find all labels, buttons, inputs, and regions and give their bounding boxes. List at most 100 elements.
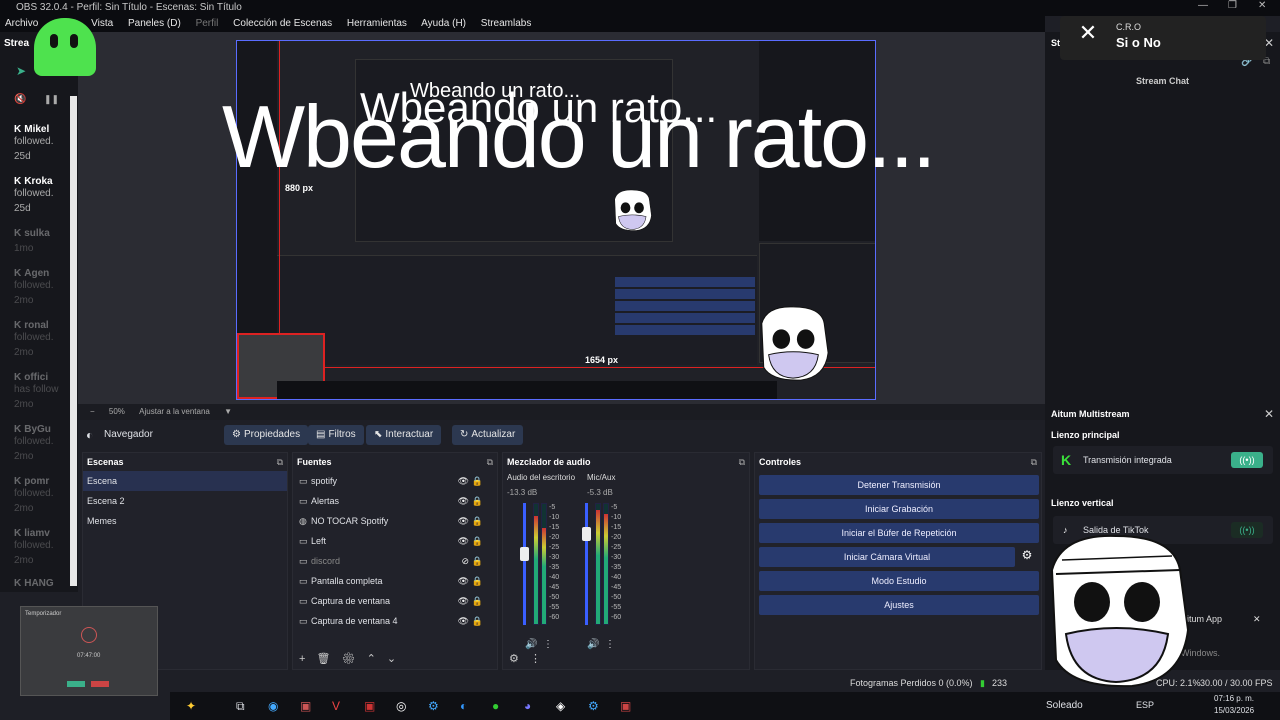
valorant-icon[interactable]: V — [332, 699, 340, 713]
menu-streamlabs[interactable]: Streamlabs — [481, 18, 532, 29]
mute-alerts-icon[interactable]: 🔇 — [14, 94, 26, 105]
zoom-out-icon[interactable]: − — [90, 407, 95, 416]
scene-item[interactable]: Escena — [83, 471, 287, 491]
obs-icon[interactable]: ◎ — [396, 699, 406, 713]
steam-icon[interactable]: ⚙ — [588, 699, 599, 713]
eye-icon[interactable]: 👁 — [458, 571, 469, 591]
more-icon[interactable]: ⋮ — [543, 639, 553, 650]
lock-icon[interactable]: 🔒 — [472, 571, 483, 591]
stream-toggle-button[interactable]: ((•)) — [1231, 452, 1263, 468]
menu-archivo[interactable]: Archivo — [5, 18, 38, 29]
volume-slider[interactable] — [582, 503, 591, 625]
sparkle-icon[interactable]: ✦ — [186, 699, 196, 713]
menu-herramientas[interactable]: Herramientas — [347, 18, 407, 29]
send-icon[interactable]: ➤ — [16, 64, 26, 78]
eye-icon[interactable]: 👁 — [458, 611, 469, 631]
eye-icon[interactable]: 👁 — [458, 471, 469, 491]
lock-icon[interactable]: 🔒 — [472, 551, 483, 571]
source-item[interactable]: ▭ Captura de ventana 4 👁 🔒 — [293, 611, 497, 631]
stream-chat-label[interactable]: Stream Chat — [1045, 76, 1280, 86]
edge-icon[interactable]: ◐ — [460, 699, 467, 713]
speaker-icon[interactable]: 🔊 — [587, 639, 599, 650]
language-label[interactable]: ESP — [1136, 700, 1154, 710]
eye-icon[interactable]: 👁 — [458, 591, 469, 611]
app-icon[interactable]: ◈ — [556, 699, 565, 713]
clock-date[interactable]: 15/03/2026 — [1214, 706, 1254, 715]
close-icon[interactable]: ✕ — [1253, 614, 1261, 625]
task-view-icon[interactable]: ⧉ — [236, 699, 245, 714]
maximize-icon[interactable]: ❐ — [1228, 0, 1237, 11]
lock-icon[interactable]: 🔒 — [472, 611, 483, 631]
stop-stream-button[interactable]: Detener Transmisión — [759, 475, 1039, 495]
volume-slider[interactable] — [520, 503, 529, 625]
stream-toggle-button[interactable]: ((•)) — [1231, 522, 1263, 538]
lock-icon[interactable]: 🔒 — [472, 471, 483, 491]
menu-ayuda[interactable]: Ayuda (H) — [421, 18, 466, 29]
gear-icon[interactable]: ⚙ — [342, 653, 356, 665]
app-icon[interactable]: ▣ — [364, 699, 375, 713]
weather-label[interactable]: Soleado — [1046, 700, 1083, 711]
delete-icon[interactable]: 🗑 — [317, 653, 331, 665]
filters-button[interactable]: ▤ Filtros — [308, 425, 364, 445]
zoom-fit[interactable]: Ajustar a la ventana — [139, 407, 210, 416]
eye-hidden-icon[interactable]: ⊘ — [461, 551, 469, 571]
scene-item[interactable]: Memes — [83, 511, 287, 531]
chevron-down-icon[interactable]: ▼ — [224, 407, 232, 416]
menu-paneles[interactable]: Paneles (D) — [128, 18, 181, 29]
browser-icon[interactable]: ◉ — [268, 699, 278, 713]
lock-icon[interactable]: 🔒 — [472, 511, 483, 531]
close-icon[interactable]: ✕ — [1264, 407, 1274, 421]
interact-button[interactable]: ⬉ Interactuar — [366, 425, 442, 445]
menu-vista[interactable]: Vista — [91, 18, 113, 29]
move-up-icon[interactable]: ⌃ — [367, 653, 376, 665]
discord-icon[interactable]: ◕ — [524, 699, 531, 713]
move-down-icon[interactable]: ⌄ — [387, 653, 396, 665]
popout-icon[interactable]: ⧉ — [487, 453, 493, 471]
popout-icon[interactable]: ⧉ — [739, 453, 745, 471]
virtual-camera-button[interactable]: Iniciar Cámara Virtual — [759, 547, 1015, 567]
replay-buffer-button[interactable]: Iniciar el Búfer de Repetición — [759, 523, 1039, 543]
properties-button[interactable]: ⚙ Propiedades — [224, 425, 309, 445]
app-icon[interactable]: ▣ — [300, 699, 311, 713]
add-icon[interactable]: + — [299, 653, 305, 665]
source-item[interactable]: ▭ discord ⊘ 🔒 — [293, 551, 497, 571]
source-item[interactable]: ▭ spotify 👁 🔒 — [293, 471, 497, 491]
source-item[interactable]: ▭ Pantalla completa 👁 🔒 — [293, 571, 497, 591]
gear-icon[interactable]: ⚙ — [1016, 548, 1038, 566]
spotify-icon[interactable]: ● — [492, 699, 499, 713]
speaker-icon[interactable]: 🔊 — [525, 639, 537, 650]
studio-mode-button[interactable]: Modo Estudio — [759, 571, 1039, 591]
source-item[interactable]: ▭ Captura de ventana 👁 🔒 — [293, 591, 497, 611]
source-item[interactable]: ◍ NO TOCAR Spotify 👁 🔒 — [293, 511, 497, 531]
lock-icon[interactable]: 🔒 — [472, 491, 483, 511]
pause-icon[interactable]: ❚❚ — [44, 94, 59, 105]
refresh-button[interactable]: ↻ Actualizar — [452, 425, 524, 445]
scene-item[interactable]: Escena 2 — [83, 491, 287, 511]
more-icon[interactable]: ⋮ — [530, 653, 541, 665]
popout-icon[interactable]: ⧉ — [277, 453, 283, 471]
settings-button[interactable]: Ajustes — [759, 595, 1039, 615]
zoom-level[interactable]: 50% — [109, 407, 125, 416]
menu-coleccion[interactable]: Colección de Escenas — [233, 18, 332, 29]
minimize-icon[interactable]: — — [1198, 0, 1208, 11]
close-icon[interactable]: ✕ — [1258, 0, 1266, 11]
eye-icon[interactable]: 👁 — [458, 511, 469, 531]
eye-icon[interactable]: 👁 — [458, 491, 469, 511]
navigator-label: Navegador — [104, 429, 153, 440]
popout-icon[interactable]: ⧉ — [1031, 453, 1037, 471]
activity-scrollbar[interactable] — [70, 96, 77, 586]
app-icon[interactable]: ▣ — [620, 699, 631, 713]
steam-icon[interactable]: ⚙ — [428, 699, 439, 713]
source-item[interactable]: ▭ Alertas 👁 🔒 — [293, 491, 497, 511]
source-item[interactable]: ▭ Left 👁 🔒 — [293, 531, 497, 551]
slider-knob[interactable] — [582, 527, 591, 541]
lock-icon[interactable]: 🔒 — [472, 591, 483, 611]
menu-perfil[interactable]: Perfil — [196, 18, 219, 29]
eye-icon[interactable]: 👁 — [458, 531, 469, 551]
lock-icon[interactable]: 🔒 — [472, 531, 483, 551]
mixer-settings-icon[interactable]: ⚙ — [509, 653, 519, 665]
clock-time[interactable]: 07:16 p. m. — [1214, 694, 1254, 703]
start-recording-button[interactable]: Iniciar Grabación — [759, 499, 1039, 519]
slider-knob[interactable] — [520, 547, 529, 561]
more-icon[interactable]: ⋮ — [605, 639, 615, 650]
